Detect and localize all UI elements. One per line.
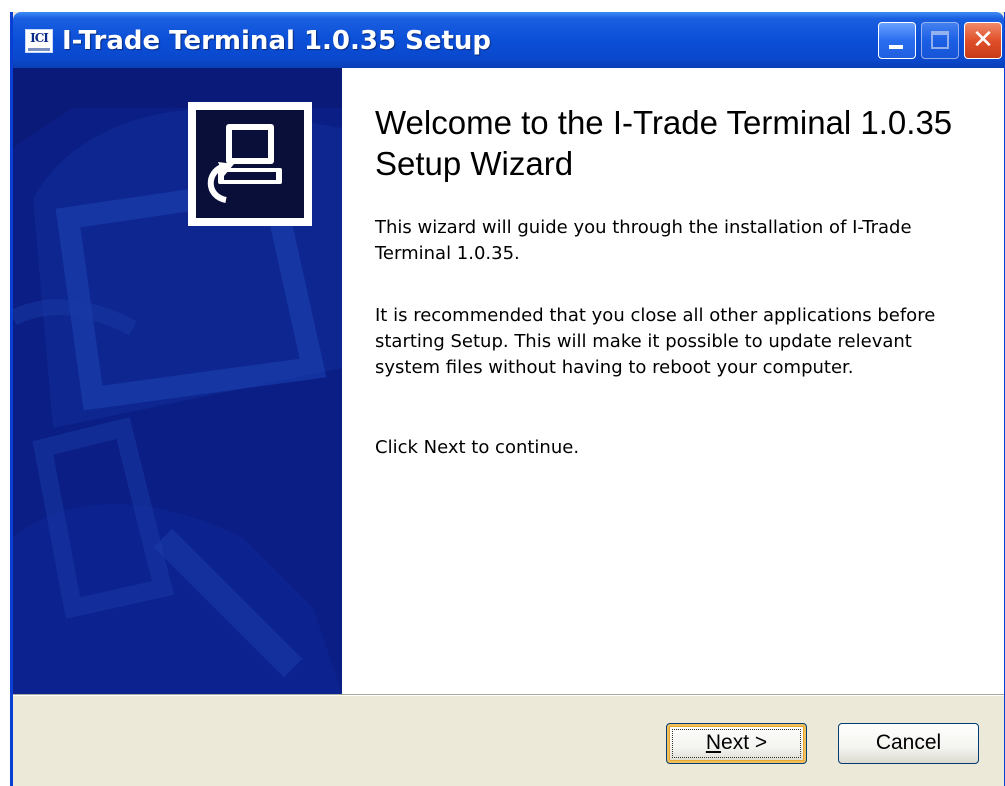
app-icon-underline	[28, 48, 50, 51]
continue-instruction: Click Next to continue.	[375, 437, 580, 458]
cancel-button[interactable]: Cancel	[838, 723, 979, 764]
intro-text: This wizard will guide you through the i…	[375, 217, 912, 264]
app-icon-text: ICI	[30, 31, 49, 45]
welcome-heading: Welcome to the I-Trade Terminal 1.0.35 S…	[375, 104, 953, 182]
window-title: I-Trade Terminal 1.0.35 Setup	[62, 26, 492, 56]
computer-install-icon	[196, 110, 304, 218]
wizard-side-banner	[13, 68, 342, 694]
app-icon[interactable]: ICI	[25, 29, 53, 53]
maximize-button	[921, 22, 959, 59]
title-bar[interactable]: ICI I-Trade Terminal 1.0.35 Setup ✕	[13, 12, 1004, 68]
welcome-page: Welcome to the I-Trade Terminal 1.0.35 S…	[342, 68, 1004, 694]
minimize-icon	[889, 45, 903, 49]
installer-logo-frame	[188, 102, 312, 226]
maximize-icon	[931, 31, 949, 49]
minimize-button[interactable]	[878, 22, 916, 59]
setup-window: ICI I-Trade Terminal 1.0.35 Setup ✕ Welc…	[10, 12, 1005, 786]
recommendation-text: It is recommended that you close all oth…	[375, 305, 936, 378]
button-bar: Next > Cancel	[13, 696, 1004, 786]
focus-rectangle	[672, 729, 801, 758]
close-button[interactable]: ✕	[964, 22, 1002, 59]
next-button[interactable]: Next >	[666, 723, 807, 764]
close-icon: ✕	[972, 25, 994, 55]
